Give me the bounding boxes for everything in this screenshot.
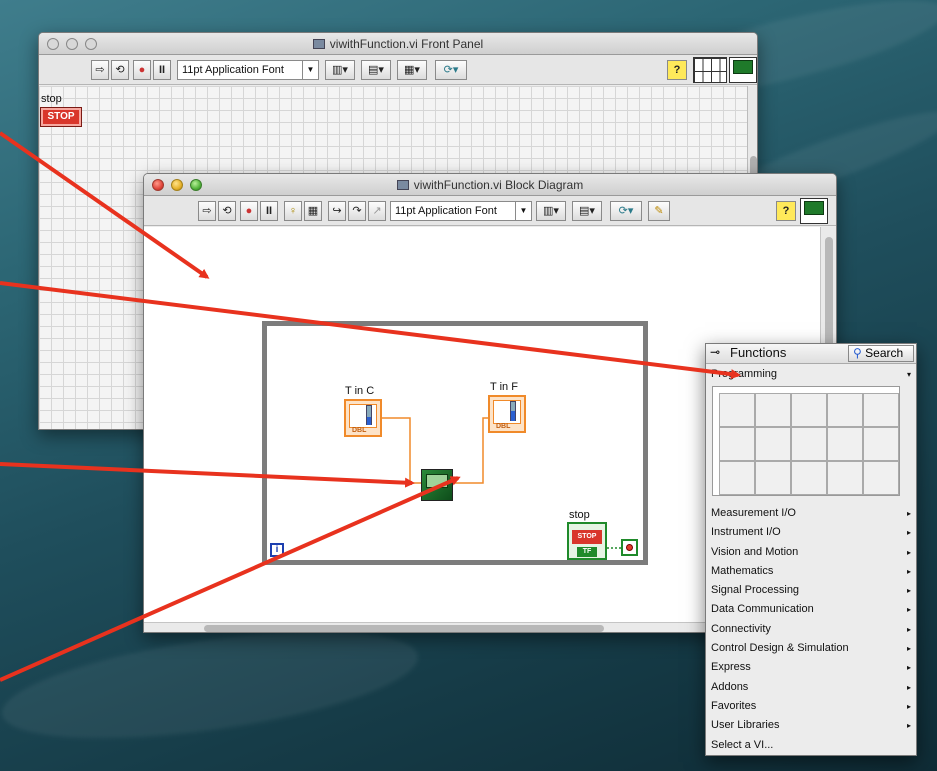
arrow-to-subvi-node-lower <box>0 476 461 682</box>
wire-function-to-output <box>453 417 488 484</box>
arrow-to-block-diagram <box>0 131 210 279</box>
wire-input-to-function <box>382 417 421 484</box>
annotation-overlay <box>0 131 741 682</box>
arrow-to-subvi-node <box>0 462 415 488</box>
arrow-to-functions-palette <box>0 281 741 380</box>
